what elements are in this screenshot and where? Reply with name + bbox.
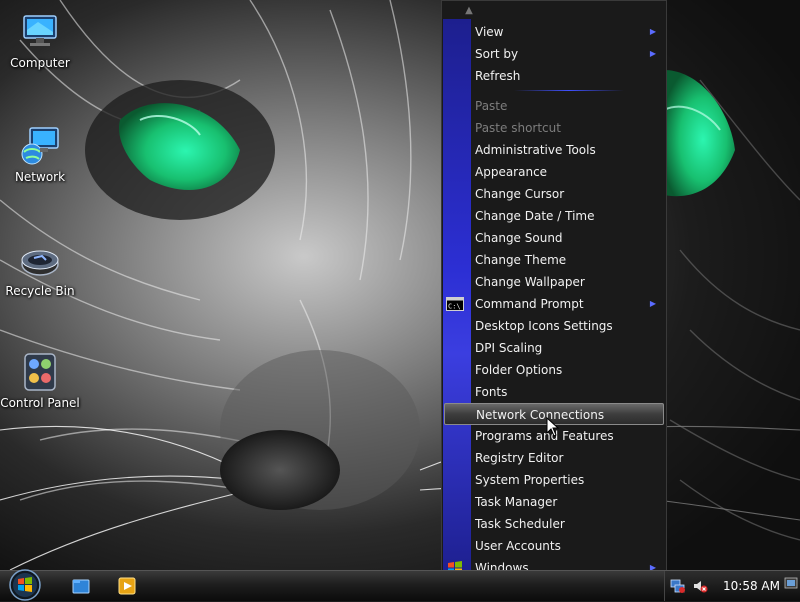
menu-item-label: Paste shortcut	[475, 121, 561, 135]
menu-item-label: Command Prompt	[475, 297, 584, 311]
desktop-wallpaper	[0, 0, 800, 570]
desktop-icon-computer[interactable]: Computer	[0, 10, 80, 70]
taskbar: 10:58 AM	[0, 568, 800, 602]
desktop-icon-label: Recycle Bin	[5, 284, 75, 298]
menu-item-label: Administrative Tools	[475, 143, 596, 157]
submenu-arrow-icon: ▶	[649, 49, 656, 58]
volume-muted-icon[interactable]	[692, 578, 708, 594]
desktop-icon-recycle-bin[interactable]: Recycle Bin	[0, 238, 80, 298]
menu-item-registry-editor[interactable]: Registry Editor	[442, 447, 666, 469]
menu-item-label: Task Manager	[475, 495, 558, 509]
media-player-icon[interactable]	[116, 575, 138, 597]
desktop-icon-label: Computer	[10, 56, 70, 70]
menu-item-label: Programs and Features	[475, 429, 614, 443]
menu-item-command-prompt[interactable]: C:\_ Command Prompt ▶	[442, 293, 666, 315]
menu-item-label: Network Connections	[476, 408, 605, 422]
computer-icon	[23, 15, 57, 46]
menu-item-desktop-icons-settings[interactable]: Desktop Icons Settings	[442, 315, 666, 337]
menu-item-task-manager[interactable]: Task Manager	[442, 491, 666, 513]
menu-item-sort-by[interactable]: Sort by ▶	[442, 43, 666, 65]
menu-item-label: Task Scheduler	[475, 517, 565, 531]
menu-item-label: Change Wallpaper	[475, 275, 585, 289]
taskbar-clock[interactable]: 10:58 AM	[723, 571, 780, 601]
cat-wallpaper-image	[0, 0, 800, 570]
menu-item-label: Change Theme	[475, 253, 567, 267]
menu-item-label: DPI Scaling	[475, 341, 543, 355]
menu-item-change-date-time[interactable]: Change Date / Time	[442, 205, 666, 227]
control-panel-icon	[24, 353, 56, 391]
menu-item-change-theme[interactable]: Change Theme	[442, 249, 666, 271]
menu-scroll-up-button[interactable]: ▲	[458, 4, 480, 18]
desktop-icon-label: Network	[14, 170, 66, 184]
submenu-arrow-icon: ▶	[649, 27, 656, 36]
menu-item-label: Registry Editor	[475, 451, 564, 465]
desktop-icon-network[interactable]: Network	[0, 124, 80, 184]
desktop-icon-label: Control Panel	[0, 396, 80, 410]
menu-item-change-sound[interactable]: Change Sound	[442, 227, 666, 249]
menu-item-label: Change Sound	[475, 231, 563, 245]
menu-item-administrative-tools[interactable]: Administrative Tools	[442, 139, 666, 161]
menu-item-task-scheduler[interactable]: Task Scheduler	[442, 513, 666, 535]
menu-item-dpi-scaling[interactable]: DPI Scaling	[442, 337, 666, 359]
menu-separator	[442, 87, 666, 95]
menu-item-label: Desktop Icons Settings	[475, 319, 613, 333]
menu-item-appearance[interactable]: Appearance	[442, 161, 666, 183]
menu-item-fonts[interactable]: Fonts	[442, 381, 666, 403]
menu-item-label: Paste	[475, 99, 508, 113]
menu-item-paste: Paste	[442, 95, 666, 117]
menu-item-label: User Accounts	[475, 539, 561, 553]
recycle-bin-icon	[21, 250, 59, 276]
menu-item-change-cursor[interactable]: Change Cursor	[442, 183, 666, 205]
desktop-icon-control-panel[interactable]: Control Panel	[0, 350, 80, 410]
menu-item-user-accounts[interactable]: User Accounts	[442, 535, 666, 557]
svg-text:C:\_: C:\_	[448, 303, 464, 311]
menu-item-label: Folder Options	[475, 363, 563, 377]
command-prompt-icon: C:\_	[446, 297, 464, 311]
menu-item-change-wallpaper[interactable]: Change Wallpaper	[442, 271, 666, 293]
menu-item-system-properties[interactable]: System Properties	[442, 469, 666, 491]
menu-item-label: Change Cursor	[475, 187, 565, 201]
menu-item-label: Refresh	[475, 69, 521, 83]
menu-item-folder-options[interactable]: Folder Options	[442, 359, 666, 381]
menu-item-paste-shortcut: Paste shortcut	[442, 117, 666, 139]
desktop-context-menu: ▲ View ▶ Sort by ▶ Refresh Paste Paste s…	[441, 0, 667, 594]
show-desktop-icon[interactable]	[784, 574, 798, 598]
network-tray-icon[interactable]	[670, 578, 686, 594]
menu-item-label: Change Date / Time	[475, 209, 595, 223]
menu-item-label: Appearance	[475, 165, 548, 179]
menu-item-label: Fonts	[475, 385, 508, 399]
menu-item-label: Sort by	[475, 47, 519, 61]
submenu-arrow-icon: ▶	[649, 299, 656, 308]
menu-item-label: View	[475, 25, 504, 39]
menu-item-label: System Properties	[475, 473, 585, 487]
menu-item-view[interactable]: View ▶	[442, 21, 666, 43]
mouse-cursor-icon	[546, 417, 560, 437]
explorer-icon[interactable]	[70, 575, 92, 597]
menu-item-refresh[interactable]: Refresh	[442, 65, 666, 87]
start-orb-icon[interactable]	[6, 568, 44, 602]
network-icon	[21, 127, 59, 165]
